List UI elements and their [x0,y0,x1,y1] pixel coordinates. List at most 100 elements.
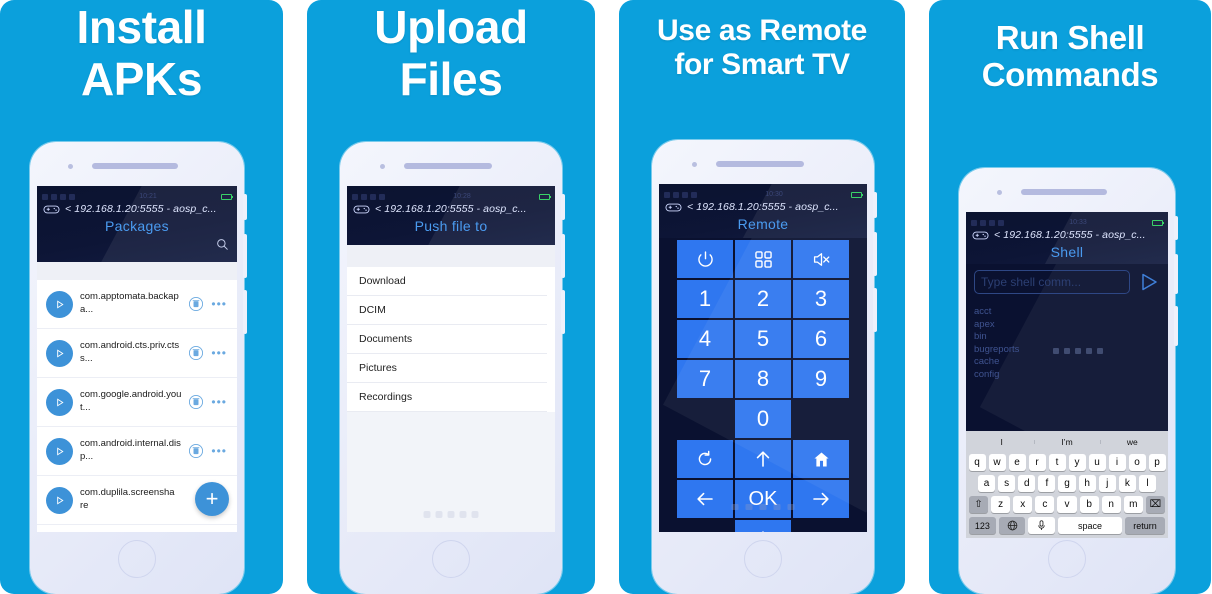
key-p[interactable]: p [1148,454,1166,471]
list-item[interactable]: Documents [347,325,547,354]
key-l[interactable]: l [1138,475,1156,492]
key-x[interactable]: x [1013,496,1033,513]
remote-key-2[interactable]: 2 [735,280,791,318]
remote-key-8[interactable]: 8 [735,360,791,398]
remote-key-5[interactable]: 5 [735,320,791,358]
key-q[interactable]: q [968,454,986,471]
remote-back-button[interactable] [677,440,733,478]
shift-key[interactable]: ⇧ [969,496,989,513]
table-row[interactable]: com.android.cts.priv.ctss... ••• [37,329,237,378]
remote-mute-button[interactable] [793,240,849,278]
remote-key-0[interactable]: 0 [735,400,791,438]
remote-key-3[interactable]: 3 [793,280,849,318]
trash-icon[interactable] [188,345,204,361]
key-c[interactable]: c [1035,496,1055,513]
mic-icon[interactable] [1028,517,1056,534]
trash-icon[interactable] [188,296,204,312]
remote-power-button[interactable] [677,240,733,278]
key-j[interactable]: j [1098,475,1116,492]
side-button-top[interactable] [1174,216,1178,240]
key-g[interactable]: g [1058,475,1076,492]
remote-key-9[interactable]: 9 [793,360,849,398]
search-icon[interactable] [216,238,229,251]
numeric-key[interactable]: 123 [969,517,996,534]
play-icon[interactable] [46,290,73,318]
key-a[interactable]: a [978,475,996,492]
table-row[interactable]: com.apptomata.backapa... ••• [37,280,237,329]
table-row[interactable]: com.google.android.yout... ••• [37,378,237,427]
side-button-top[interactable] [243,194,247,220]
list-item[interactable]: Download [347,267,547,296]
device-address-row[interactable]: < 192.168.1.20:5555 - aosp_c... [659,200,867,213]
overflow-menu-icon[interactable]: ••• [211,346,229,360]
key-r[interactable]: r [1028,454,1046,471]
trash-icon[interactable] [188,443,204,459]
side-button-volume-up[interactable] [1174,254,1178,294]
key-h[interactable]: h [1078,475,1096,492]
table-row[interactable]: com.android.internal.disp... ••• [37,427,237,476]
key-o[interactable]: o [1128,454,1146,471]
key-e[interactable]: e [1008,454,1026,471]
remote-left-button[interactable] [677,480,733,518]
home-button[interactable] [118,540,156,578]
side-button-volume-down[interactable] [1174,306,1178,346]
play-icon[interactable] [46,388,73,416]
side-button-volume-up[interactable] [243,234,247,278]
play-icon[interactable] [46,486,73,514]
remote-key-1[interactable]: 1 [677,280,733,318]
remote-key-6[interactable]: 6 [793,320,849,358]
prediction-1[interactable]: I [969,437,1034,447]
space-key[interactable]: space [1058,517,1123,534]
remote-key-4[interactable]: 4 [677,320,733,358]
key-f[interactable]: f [1038,475,1056,492]
key-v[interactable]: v [1057,496,1077,513]
key-i[interactable]: i [1108,454,1126,471]
backspace-key[interactable]: ⌧ [1145,496,1165,513]
home-button[interactable] [1048,540,1086,578]
key-b[interactable]: b [1079,496,1099,513]
key-n[interactable]: n [1101,496,1121,513]
key-u[interactable]: u [1088,454,1106,471]
home-button[interactable] [744,540,782,578]
key-w[interactable]: w [988,454,1006,471]
list-item[interactable]: Recordings [347,383,547,412]
play-icon[interactable] [46,437,73,465]
side-button-volume-down[interactable] [243,290,247,334]
side-button-volume-up[interactable] [561,234,565,278]
key-k[interactable]: k [1118,475,1136,492]
play-icon[interactable] [46,339,73,367]
search-row[interactable] [37,238,237,259]
side-button-volume-up[interactable] [873,232,877,276]
remote-home-button[interactable] [793,440,849,478]
key-m[interactable]: m [1123,496,1143,513]
device-address-row[interactable]: < 192.168.1.20:5555 - aosp_c... [347,202,555,215]
list-item[interactable]: Pictures [347,354,547,383]
send-triangle-icon[interactable] [1138,271,1160,293]
home-button[interactable] [432,540,470,578]
key-y[interactable]: y [1068,454,1086,471]
side-button-top[interactable] [561,194,565,220]
overflow-menu-icon[interactable]: ••• [211,444,229,458]
remote-key-7[interactable]: 7 [677,360,733,398]
key-s[interactable]: s [998,475,1016,492]
globe-icon[interactable] [998,517,1026,534]
device-address-row[interactable]: < 192.168.1.20:5555 - aosp_c... [37,202,237,215]
remote-ok-button[interactable]: OK [735,480,791,518]
key-t[interactable]: t [1048,454,1066,471]
remote-right-button[interactable] [793,480,849,518]
overflow-menu-icon[interactable]: ••• [211,297,229,311]
shell-command-input[interactable]: Type shell comm... [974,270,1130,294]
key-d[interactable]: d [1018,475,1036,492]
device-address-row[interactable]: < 192.168.1.20:5555 - aosp_c... [966,228,1168,241]
prediction-2[interactable]: I’m [1034,437,1099,447]
remote-apps-button[interactable] [735,240,791,278]
side-button-volume-down[interactable] [873,288,877,332]
trash-icon[interactable] [188,394,204,410]
key-z[interactable]: z [991,496,1011,513]
side-button-top[interactable] [873,192,877,218]
prediction-3[interactable]: we [1099,437,1165,447]
add-package-button[interactable]: + [195,482,229,516]
overflow-menu-icon[interactable]: ••• [211,395,229,409]
remote-up-button[interactable] [735,440,791,478]
list-item[interactable]: DCIM [347,296,547,325]
